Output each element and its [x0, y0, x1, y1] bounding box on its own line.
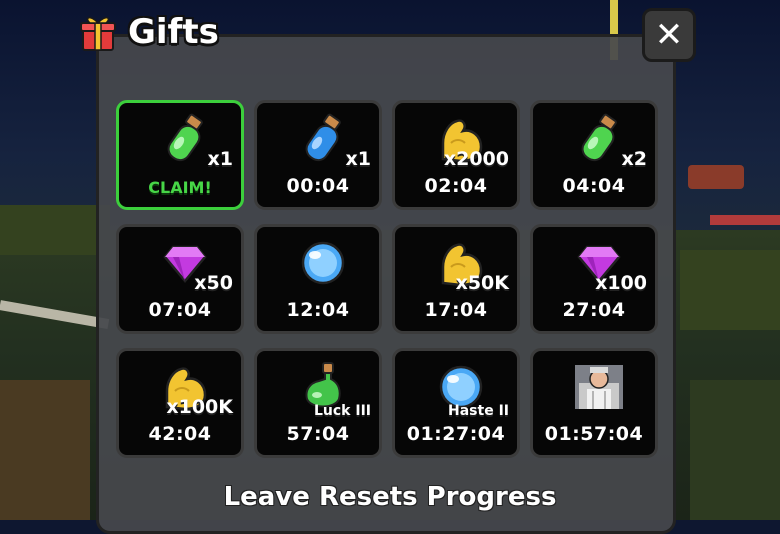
gift-slot[interactable]: Haste II 01:27:04 [392, 348, 520, 458]
gift-slot[interactable]: 01:57:04 [530, 348, 658, 458]
gift-quantity: Haste II [448, 403, 509, 419]
gift-timer: 01:57:04 [544, 423, 644, 445]
gift-quantity: x1 [345, 148, 371, 170]
gift-slot[interactable]: 12:04 [254, 224, 382, 334]
gift-timer: 42:04 [148, 423, 212, 445]
grass-block-right [680, 250, 780, 330]
gift-timer: 07:04 [148, 299, 212, 321]
leave-resets-progress-warning: Leave Resets Progress [223, 482, 557, 512]
gift-slot[interactable]: x2000 02:04 [392, 100, 520, 210]
gift-quantity: x2 [621, 148, 647, 170]
green-potion-icon [159, 112, 211, 166]
gift-timer: 04:04 [562, 175, 626, 197]
close-button[interactable]: ✕ [642, 8, 696, 62]
gift-slot[interactable]: Luck III 57:04 [254, 348, 382, 458]
gift-timer: 17:04 [424, 299, 488, 321]
blue-potion-icon [297, 112, 349, 166]
gift-slot[interactable]: x2 04:04 [530, 100, 658, 210]
gift-timer: 27:04 [562, 299, 626, 321]
gift-timer: 01:27:04 [406, 423, 506, 445]
gift-slot[interactable]: x1 CLAIM! [116, 100, 244, 210]
gift-box-icon [78, 12, 118, 52]
gift-slot[interactable]: x50K 17:04 [392, 224, 520, 334]
gifts-header: Gifts [78, 8, 219, 56]
claim-button-label: CLAIM! [148, 178, 212, 197]
gift-quantity: x100 [595, 272, 647, 294]
character-portrait-icon [573, 361, 625, 413]
bunting-flags [710, 215, 780, 225]
gift-timer: 12:04 [286, 299, 350, 321]
tree-canopy [688, 165, 744, 189]
gift-timer: 57:04 [286, 423, 350, 445]
gift-quantity: x50 [194, 272, 233, 294]
grass-block [0, 205, 110, 255]
gift-quantity: x100K [166, 396, 233, 418]
gift-timer: 02:04 [424, 175, 488, 197]
gift-quantity: x1 [207, 148, 233, 170]
gift-slot[interactable]: x100K 42:04 [116, 348, 244, 458]
gift-quantity: x2000 [443, 148, 509, 170]
gift-timer: 00:04 [286, 175, 350, 197]
gift-slot[interactable]: x1 00:04 [254, 100, 382, 210]
gift-slot[interactable]: x100 27:04 [530, 224, 658, 334]
gift-quantity: Luck III [314, 403, 371, 419]
gift-quantity: x50K [455, 272, 509, 294]
gift-slot[interactable]: x50 07:04 [116, 224, 244, 334]
green-potion-icon [573, 112, 625, 166]
close-icon: ✕ [654, 15, 684, 55]
page-title: Gifts [128, 12, 219, 52]
blue-orb-icon [297, 237, 349, 289]
gifts-grid: x1 CLAIM! x1 00:04 x2000 02:04 x2 04:04 x50 07:04… [116, 100, 658, 458]
